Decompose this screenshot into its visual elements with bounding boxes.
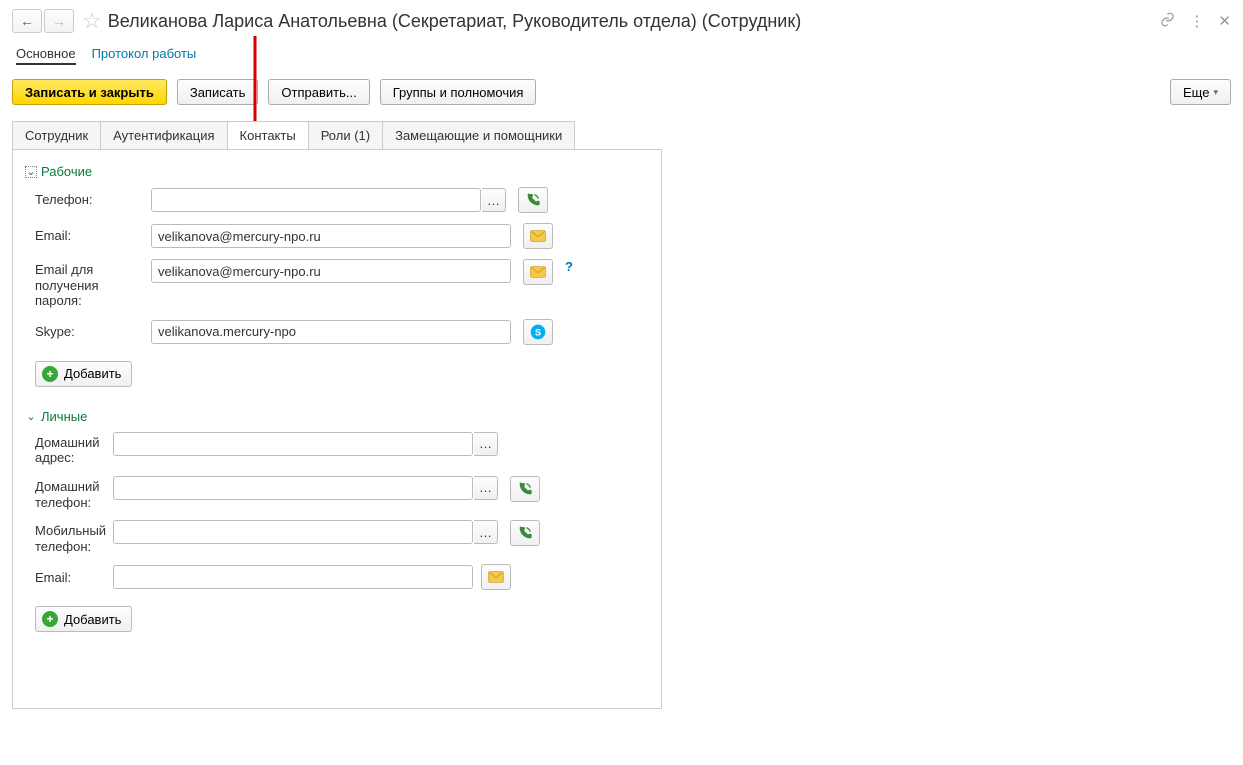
section-work-header[interactable]: ⌄ Рабочие xyxy=(25,164,649,179)
page-title: Великанова Лариса Анатольевна (Секретари… xyxy=(108,11,1161,32)
mobile-phone-call-button[interactable] xyxy=(510,520,540,546)
mail-icon xyxy=(530,266,546,278)
tab-employee[interactable]: Сотрудник xyxy=(12,121,101,149)
tab-roles[interactable]: Роли (1) xyxy=(308,121,383,149)
home-phone-input[interactable] xyxy=(113,476,473,500)
close-icon[interactable]: ✕ xyxy=(1218,12,1231,30)
mail-icon xyxy=(530,230,546,242)
help-icon[interactable]: ? xyxy=(565,259,573,274)
phone-input[interactable] xyxy=(151,188,481,212)
contacts-panel: ⌄ Рабочие Телефон: … Email: Email для по… xyxy=(12,149,662,709)
section-personal-header[interactable]: ⌄ Личные xyxy=(25,409,649,424)
home-phone-call-button[interactable] xyxy=(510,476,540,502)
svg-text:S: S xyxy=(535,327,541,337)
send-button[interactable]: Отправить... xyxy=(268,79,369,105)
pwd-email-input[interactable] xyxy=(151,259,511,283)
phone-icon xyxy=(517,481,533,497)
send-pwd-email-button[interactable] xyxy=(523,259,553,285)
phone-select-button[interactable]: … xyxy=(482,188,506,212)
call-button[interactable] xyxy=(518,187,548,213)
more-button[interactable]: Еще xyxy=(1170,79,1231,105)
section-work-label: Рабочие xyxy=(41,164,92,179)
nav-forward-button[interactable]: → xyxy=(44,9,74,33)
plus-icon: + xyxy=(42,611,58,627)
link-icon[interactable] xyxy=(1160,12,1175,31)
chevron-down-icon: ⌄ xyxy=(25,410,37,422)
email-input[interactable] xyxy=(151,224,511,248)
skype-input[interactable] xyxy=(151,320,511,344)
personal-email-label: Email: xyxy=(35,570,107,586)
tab-auth[interactable]: Аутентификация xyxy=(100,121,227,149)
pwd-email-label: Email для получения пароля: xyxy=(35,259,145,309)
mobile-phone-label: Мобильный телефон: xyxy=(35,520,107,554)
home-phone-select-button[interactable]: … xyxy=(474,476,498,500)
phone-label: Телефон: xyxy=(35,192,145,208)
personal-email-input[interactable] xyxy=(113,565,473,589)
personal-send-email-button[interactable] xyxy=(481,564,511,590)
add-personal-label: Добавить xyxy=(64,612,121,627)
mail-icon xyxy=(488,571,504,583)
section-personal-label: Личные xyxy=(41,409,87,424)
skype-icon: S xyxy=(530,324,546,340)
add-personal-contact-button[interactable]: + Добавить xyxy=(35,606,132,632)
view-tab-main[interactable]: Основное xyxy=(16,44,76,65)
home-addr-label: Домашний адрес: xyxy=(35,432,107,466)
nav-back-button[interactable]: ← xyxy=(12,9,42,33)
home-addr-input[interactable] xyxy=(113,432,473,456)
skype-label: Skype: xyxy=(35,324,145,340)
home-phone-label: Домашний телефон: xyxy=(35,476,107,510)
send-email-button[interactable] xyxy=(523,223,553,249)
tab-substitutes[interactable]: Замещающие и помощники xyxy=(382,121,575,149)
chevron-down-icon: ⌄ xyxy=(25,166,37,178)
skype-button[interactable]: S xyxy=(523,319,553,345)
mobile-phone-select-button[interactable]: … xyxy=(474,520,498,544)
mobile-phone-input[interactable] xyxy=(113,520,473,544)
email-label: Email: xyxy=(35,228,145,244)
home-addr-select-button[interactable]: … xyxy=(474,432,498,456)
view-tab-log[interactable]: Протокол работы xyxy=(92,44,197,65)
save-close-button[interactable]: Записать и закрыть xyxy=(12,79,167,105)
phone-icon xyxy=(517,525,533,541)
save-button[interactable]: Записать xyxy=(177,79,259,105)
add-work-contact-button[interactable]: + Добавить xyxy=(35,361,132,387)
phone-icon xyxy=(525,192,541,208)
groups-button[interactable]: Группы и полномочия xyxy=(380,79,537,105)
add-work-label: Добавить xyxy=(64,366,121,381)
favorite-star-icon[interactable]: ☆ xyxy=(82,8,102,34)
kebab-menu-icon[interactable]: ⋮ xyxy=(1189,12,1204,30)
tab-contacts[interactable]: Контакты xyxy=(227,121,309,149)
plus-icon: + xyxy=(42,366,58,382)
